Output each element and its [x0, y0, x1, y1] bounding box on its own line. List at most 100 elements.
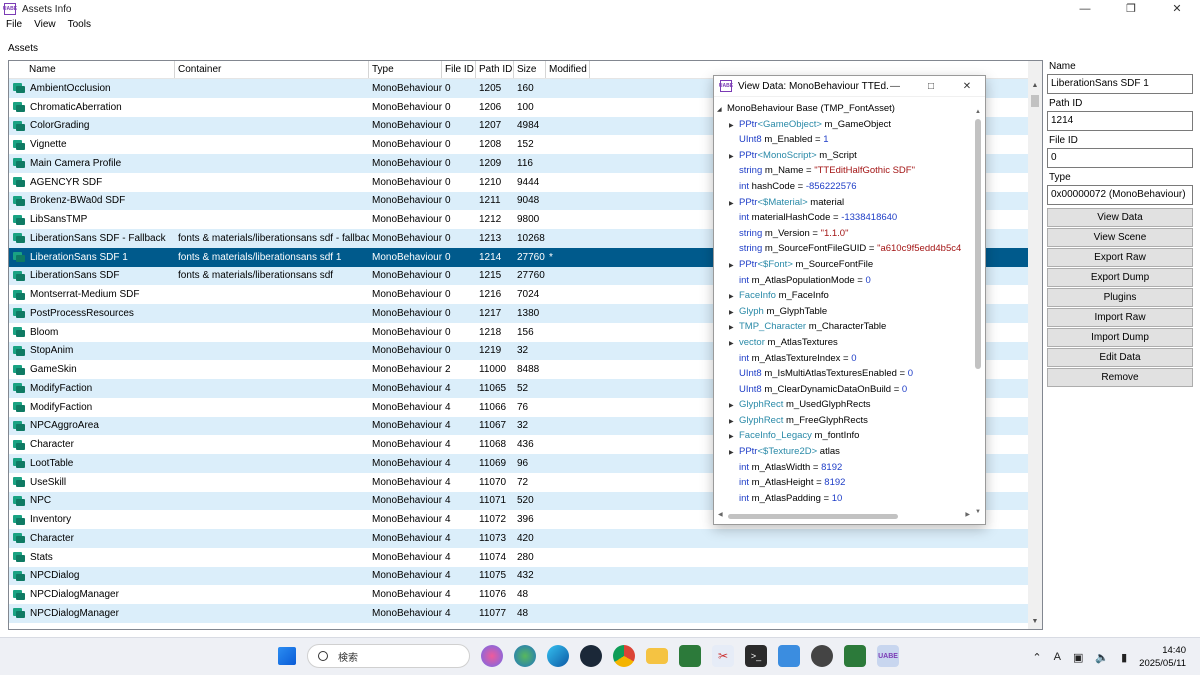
network-icon[interactable]: ▣ — [1073, 651, 1083, 664]
scroll-up-icon[interactable]: ▲ — [1028, 79, 1042, 93]
tree-node[interactable]: ▶ PPtr<$Font> m_SourceFontFile — [717, 257, 971, 273]
tree-node[interactable]: int m_AtlasHeight = 8192 — [717, 475, 971, 491]
export-dump-button[interactable]: Export Dump — [1047, 268, 1193, 287]
tree-root-node[interactable]: ◢ MonoBehaviour Base (TMP_FontAsset) — [717, 101, 971, 117]
steam-icon[interactable] — [580, 645, 602, 667]
maximize-button[interactable]: ❐ — [1108, 0, 1154, 18]
close-button[interactable]: ✕ — [1154, 0, 1200, 18]
cell-name: NPCAggroArea — [9, 420, 175, 431]
field-tree[interactable]: ◢ MonoBehaviour Base (TMP_FontAsset) ▶ PPt… — [717, 101, 971, 511]
tree-node[interactable]: int m_AtlasPopulationMode = 0 — [717, 273, 971, 289]
unity-icon[interactable] — [811, 645, 833, 667]
tree-node[interactable]: ▶ PPtr<MonoScript> m_Script — [717, 148, 971, 164]
table-row[interactable]: NPCDialogManager MonoBehaviour 4 11077 48 — [9, 604, 1029, 623]
list-scrollbar[interactable]: ▲ ▼ — [1028, 61, 1042, 629]
view-data-maximize-button[interactable]: □ — [913, 76, 949, 97]
tree-node[interactable]: ▶ FaceInfo_Legacy m_fontInfo — [717, 428, 971, 444]
film-app-icon[interactable] — [679, 645, 701, 667]
snipping-tool-icon[interactable]: ✂ — [712, 645, 734, 667]
type-field[interactable]: 0x00000072 (MonoBehaviour) — [1047, 185, 1193, 205]
clock[interactable]: 14:40 2025/05/11 — [1139, 644, 1186, 670]
ime-indicator[interactable]: A — [1054, 651, 1061, 663]
view-data-button[interactable]: View Data — [1047, 208, 1193, 227]
column-name[interactable]: Name — [9, 61, 175, 78]
scroll-right-icon[interactable]: ▶ — [965, 511, 970, 518]
battery-icon[interactable]: ▮ — [1121, 651, 1127, 664]
scroll-left-icon[interactable]: ◀ — [718, 511, 723, 518]
table-row[interactable]: NPCDialogManager MonoBehaviour 4 11076 48 — [9, 585, 1029, 604]
view-data-title-bar[interactable]: UABE View Data: MonoBehaviour TTEd... — … — [714, 76, 985, 97]
tree-node[interactable]: ▶ TMP_Character m_CharacterTable — [717, 319, 971, 335]
column-container[interactable]: Container — [175, 61, 369, 78]
scroll-thumb[interactable] — [975, 119, 981, 369]
file-explorer-icon[interactable] — [646, 648, 668, 664]
collapse-arrow-icon[interactable]: ◢ — [717, 103, 727, 119]
menu-view[interactable]: View — [28, 18, 62, 34]
menu-tools[interactable]: Tools — [62, 18, 97, 34]
view-data-vscrollbar[interactable]: ▲ ▼ — [973, 109, 983, 515]
edge-icon[interactable] — [547, 645, 569, 667]
chevron-up-icon[interactable]: ⌃ — [1032, 651, 1041, 664]
scroll-thumb[interactable] — [1031, 95, 1039, 107]
start-icon[interactable] — [278, 647, 296, 665]
tree-node[interactable]: string m_Name = "TTEditHalfGothic SDF" — [717, 163, 971, 179]
scroll-down-icon[interactable]: ▼ — [973, 509, 983, 515]
tree-node[interactable]: ▶ PPtr<$Texture2D> atlas — [717, 444, 971, 460]
tree-node[interactable]: ▶ FaceInfo m_FaceInfo — [717, 288, 971, 304]
column-path-id[interactable]: Path ID — [476, 61, 514, 78]
file-id-field[interactable]: 0 — [1047, 148, 1193, 168]
view-scene-button[interactable]: View Scene — [1047, 228, 1193, 247]
column-type[interactable]: Type — [369, 61, 442, 78]
column-size[interactable]: Size — [514, 61, 546, 78]
tree-node[interactable]: int m_AtlasTextureIndex = 0 — [717, 351, 971, 367]
tree-node[interactable]: UInt8 m_Enabled = 1 — [717, 132, 971, 148]
name-field[interactable]: LiberationSans SDF 1 — [1047, 74, 1193, 94]
tree-node[interactable]: ▶ GlyphRect m_UsedGlyphRects — [717, 397, 971, 413]
column-modified[interactable]: Modified — [546, 61, 590, 78]
path-id-field[interactable]: 1214 — [1047, 111, 1193, 131]
tree-node[interactable]: string m_SourceFontFileGUID = "a610c9f5e… — [717, 241, 971, 257]
film-app-2-icon[interactable] — [844, 645, 866, 667]
node-field: m_Script — [816, 149, 857, 161]
table-row[interactable]: NPCDialog MonoBehaviour 4 11075 432 — [9, 566, 1029, 586]
export-raw-button[interactable]: Export Raw — [1047, 248, 1193, 267]
uabe-taskbar-icon[interactable]: UABE — [877, 645, 899, 667]
view-data-minimize-button[interactable]: — — [877, 76, 913, 97]
plugins-button[interactable]: Plugins — [1047, 288, 1193, 307]
view-data-hscrollbar[interactable]: ◀ ▶ — [718, 511, 970, 521]
notepad-icon[interactable] — [778, 645, 800, 667]
import-dump-button[interactable]: Import Dump — [1047, 328, 1193, 347]
view-data-window[interactable]: UABE View Data: MonoBehaviour TTEd... — … — [713, 75, 986, 525]
asset-icon — [13, 364, 25, 375]
import-raw-button[interactable]: Import Raw — [1047, 308, 1193, 327]
tree-node[interactable]: UInt8 m_IsMultiAtlasTexturesEnabled = 0 — [717, 366, 971, 382]
volume-icon[interactable]: 🔈 — [1095, 651, 1109, 664]
terminal-icon[interactable]: >_ — [745, 645, 767, 667]
tree-node[interactable]: ▶ PPtr<$Material> material — [717, 195, 971, 211]
minimize-button[interactable]: — — [1062, 0, 1108, 18]
menu-file[interactable]: File — [0, 18, 28, 34]
tree-node[interactable]: int materialHashCode = -1338418640 — [717, 210, 971, 226]
column-file-id[interactable]: File ID — [442, 61, 476, 78]
tree-node[interactable]: ▶ Glyph m_GlyphTable — [717, 304, 971, 320]
table-row[interactable]: Character MonoBehaviour 4 11073 420 — [9, 529, 1029, 548]
scroll-thumb[interactable] — [728, 514, 898, 519]
tree-node[interactable]: ▶ vector m_AtlasTextures — [717, 335, 971, 351]
tree-node[interactable]: int hashCode = -856222576 — [717, 179, 971, 195]
tree-node[interactable]: ▶ GlyphRect m_FreeGlyphRects — [717, 413, 971, 429]
chrome-icon[interactable] — [613, 645, 635, 667]
globe-app-icon[interactable] — [514, 645, 536, 667]
tree-node[interactable]: string m_Version = "1.1.0" — [717, 226, 971, 242]
tree-node[interactable]: UInt8 m_ClearDynamicDataOnBuild = 0 — [717, 382, 971, 398]
taskbar-search[interactable]: 検索 — [307, 644, 470, 668]
scroll-up-icon[interactable]: ▲ — [973, 109, 983, 115]
view-data-close-button[interactable]: ✕ — [949, 76, 985, 97]
edit-data-button[interactable]: Edit Data — [1047, 348, 1193, 367]
tree-node[interactable]: ▶ PPtr<GameObject> m_GameObject — [717, 117, 971, 133]
tree-node[interactable]: int m_AtlasWidth = 8192 — [717, 460, 971, 476]
remove-button[interactable]: Remove — [1047, 368, 1193, 387]
table-row[interactable]: Stats MonoBehaviour 4 11074 280 — [9, 548, 1029, 567]
scroll-down-icon[interactable]: ▼ — [1028, 615, 1042, 629]
tree-node[interactable]: int m_AtlasPadding = 10 — [717, 491, 971, 507]
copilot-icon[interactable] — [481, 645, 503, 667]
